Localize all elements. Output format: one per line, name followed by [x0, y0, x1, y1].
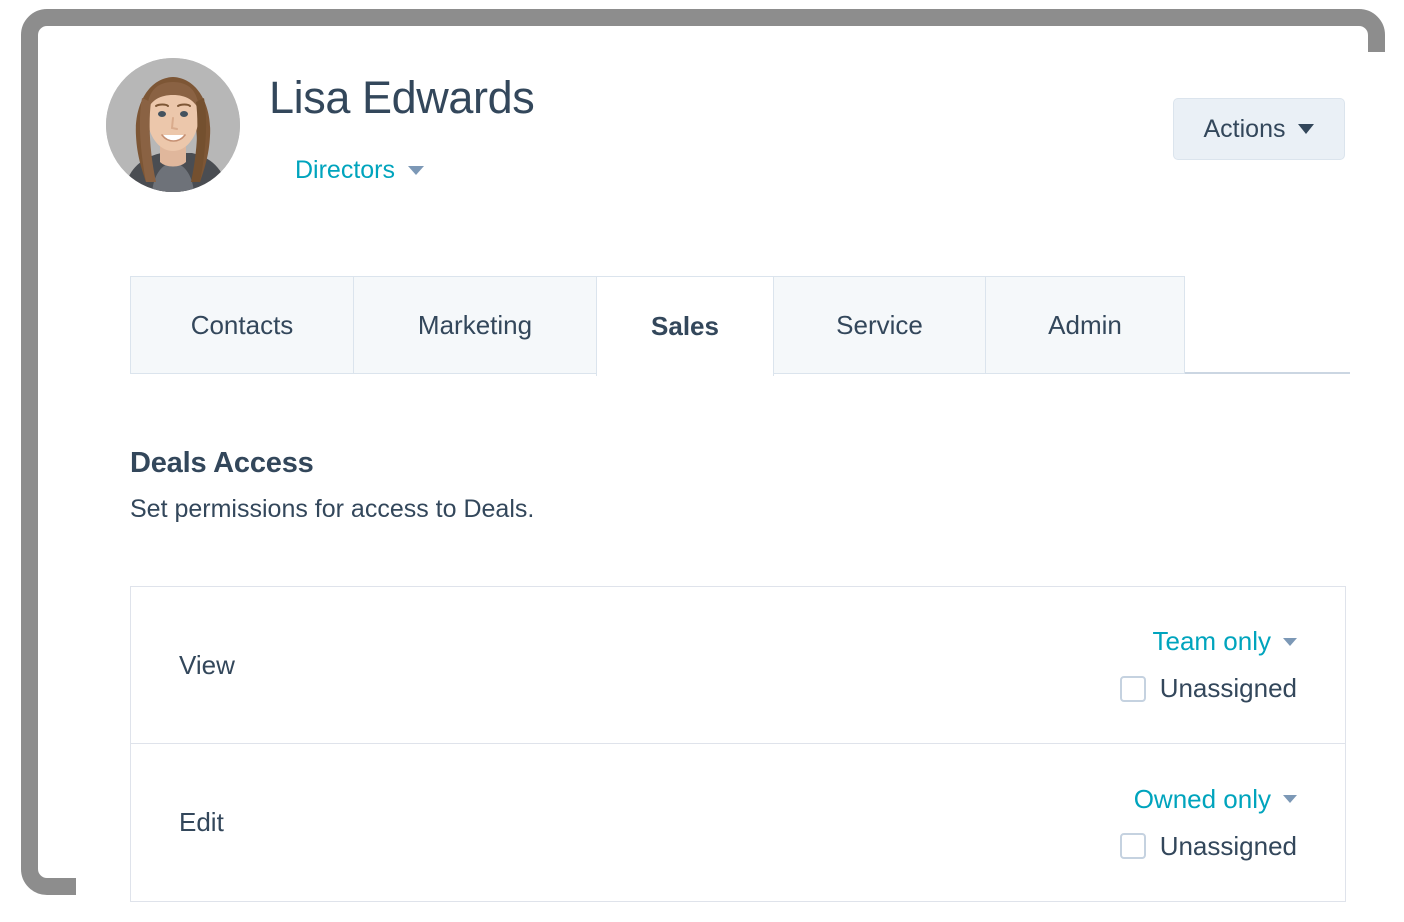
tab-bar: Contacts Marketing Sales Service Admin: [130, 276, 1350, 376]
tab-service[interactable]: Service: [774, 276, 985, 374]
permission-scope-value: Team only: [1153, 626, 1272, 657]
permission-controls: Team only Unassigned: [1120, 626, 1297, 704]
avatar: [106, 58, 240, 192]
actions-button[interactable]: Actions: [1173, 98, 1345, 160]
section-subtitle: Set permissions for access to Deals.: [130, 495, 534, 524]
section-title: Deals Access: [130, 447, 314, 480]
settings-card: Lisa Edwards Directors Actions Contacts M…: [76, 52, 1404, 904]
screenshot-root: Lisa Edwards Directors Actions Contacts M…: [0, 0, 1404, 922]
unassigned-checkbox-row[interactable]: Unassigned: [1120, 831, 1297, 862]
team-selector[interactable]: Directors: [295, 156, 424, 185]
chevron-down-icon: [1283, 795, 1297, 803]
actions-button-label: Actions: [1204, 115, 1286, 144]
tab-list: Contacts Marketing Sales Service Admin: [130, 276, 1185, 374]
tab-label: Admin: [1048, 310, 1122, 341]
checkbox-icon[interactable]: [1120, 676, 1146, 702]
chevron-down-icon: [408, 166, 424, 175]
team-selector-label: Directors: [295, 156, 395, 185]
chevron-down-icon: [1298, 124, 1314, 134]
tab-contacts[interactable]: Contacts: [130, 276, 353, 374]
checkbox-label: Unassigned: [1160, 831, 1297, 862]
permission-scope-dropdown[interactable]: Owned only: [1134, 784, 1297, 815]
page-title: Lisa Edwards: [269, 72, 534, 124]
permission-name: View: [179, 650, 235, 681]
checkbox-label: Unassigned: [1160, 673, 1297, 704]
tab-label: Service: [836, 310, 923, 341]
permission-scope-value: Owned only: [1134, 784, 1271, 815]
window-frame: Lisa Edwards Directors Actions Contacts M…: [21, 9, 1385, 895]
permission-name: Edit: [179, 807, 224, 838]
tab-admin[interactable]: Admin: [985, 276, 1185, 374]
permission-controls: Owned only Unassigned: [1120, 784, 1297, 862]
tab-marketing[interactable]: Marketing: [353, 276, 596, 374]
tab-label: Marketing: [418, 310, 532, 341]
chevron-down-icon: [1283, 638, 1297, 646]
tab-label: Sales: [651, 311, 719, 342]
permission-scope-dropdown[interactable]: Team only: [1153, 626, 1298, 657]
permission-row: View Team only Unassigned: [131, 587, 1345, 744]
checkbox-icon[interactable]: [1120, 833, 1146, 859]
unassigned-checkbox-row[interactable]: Unassigned: [1120, 673, 1297, 704]
tab-label: Contacts: [191, 310, 294, 341]
permission-row: Edit Owned only Unassigned: [131, 744, 1345, 901]
tab-sales[interactable]: Sales: [596, 276, 774, 376]
permissions-table: View Team only Unassigned Edit Owned only Una…: [130, 586, 1346, 902]
